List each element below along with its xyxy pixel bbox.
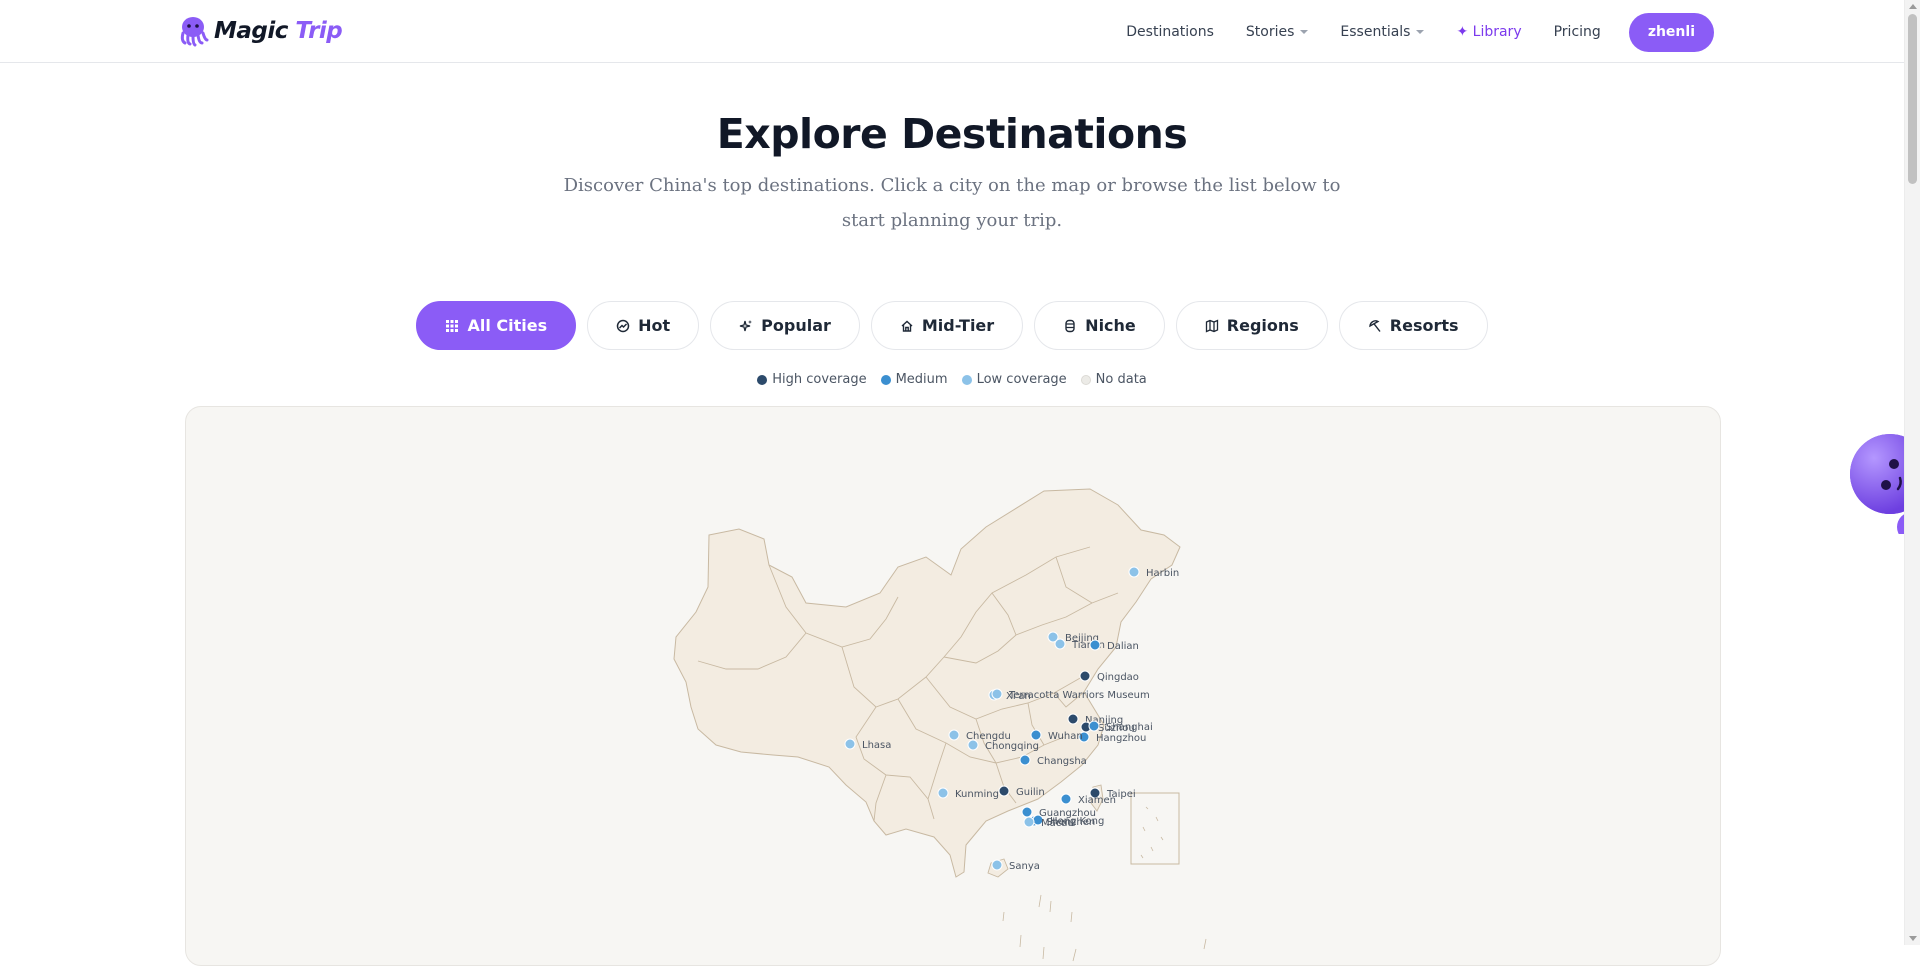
sparkle-icon bbox=[739, 319, 753, 331]
city-label: Hangzhou bbox=[1096, 733, 1146, 744]
gem-icon bbox=[1065, 319, 1075, 332]
city-dot[interactable] bbox=[998, 785, 1010, 797]
brand-name: Magic Trip bbox=[214, 18, 343, 44]
map-icon bbox=[1205, 319, 1218, 332]
scroll-up-arrow[interactable] bbox=[1909, 4, 1917, 9]
city-label: Lhasa bbox=[862, 740, 891, 751]
page-scrollbar[interactable] bbox=[1904, 0, 1920, 945]
umbrella-icon bbox=[1369, 319, 1381, 332]
city-marker-macau[interactable]: Macau bbox=[1023, 816, 1074, 829]
filter-niche[interactable]: Niche bbox=[1034, 301, 1165, 350]
china-map[interactable]: Harbin Beijing Tianjin Dalian Qingdao Xi'an Te… bbox=[185, 406, 1721, 966]
filter-mid-tier[interactable]: Mid-Tier bbox=[870, 301, 1024, 350]
city-label: Guilin bbox=[1016, 787, 1045, 798]
legend-dot-no-data bbox=[1080, 374, 1091, 385]
category-filter-bar: All Cities Hot Popular Mid-Tier Niche Re… bbox=[0, 301, 1904, 350]
city-label: Shanghai bbox=[1106, 722, 1153, 733]
city-dot[interactable] bbox=[1060, 793, 1072, 805]
chevron-down-icon bbox=[1416, 30, 1425, 34]
page-subtitle: Discover China's top destinations. Click… bbox=[563, 175, 1341, 231]
city-dot[interactable] bbox=[844, 738, 856, 750]
city-dot[interactable] bbox=[1030, 729, 1042, 741]
nav-stories[interactable]: Stories bbox=[1230, 24, 1325, 40]
nav-destinations[interactable]: Destinations bbox=[1110, 24, 1230, 40]
city-label: Terracotta Warriors Museum bbox=[1008, 690, 1150, 701]
legend-low: Low coverage bbox=[961, 372, 1067, 387]
city-dot[interactable] bbox=[937, 787, 949, 799]
city-dot[interactable] bbox=[1019, 754, 1031, 766]
city-dot[interactable] bbox=[967, 739, 979, 751]
city-label: Changsha bbox=[1037, 756, 1087, 767]
grid-icon bbox=[446, 319, 459, 332]
legend-dot-medium bbox=[880, 374, 891, 385]
city-label: Dalian bbox=[1107, 641, 1139, 652]
octopus-logo-icon bbox=[180, 17, 209, 47]
filter-hot[interactable]: Hot bbox=[587, 301, 700, 350]
home-icon bbox=[901, 320, 913, 332]
page-title: Explore Destinations bbox=[716, 110, 1188, 158]
city-dot[interactable] bbox=[1089, 639, 1101, 651]
city-label: Xiamen bbox=[1078, 795, 1116, 806]
chevron-down-icon bbox=[1300, 30, 1309, 34]
legend-no-data: No data bbox=[1080, 372, 1147, 387]
legend-medium: Medium bbox=[880, 372, 948, 387]
legend-high: High coverage bbox=[757, 372, 867, 387]
china-map-canvas[interactable]: HarbinBeijingTianjin DalianQingdaoXi'anTe… bbox=[186, 407, 1721, 966]
city-marker-xiamen[interactable]: Xiamen bbox=[1060, 793, 1116, 806]
coverage-legend: High coverage Medium Low coverage No dat… bbox=[0, 372, 1904, 387]
scroll-thumb[interactable] bbox=[1908, 14, 1917, 184]
south-china-sea-inset bbox=[1130, 792, 1180, 865]
user-menu-button[interactable]: zhenli bbox=[1628, 12, 1714, 52]
city-label: Wuhan bbox=[1048, 731, 1083, 742]
city-dot[interactable] bbox=[1079, 670, 1091, 682]
inset-islands bbox=[1002, 806, 1207, 962]
main-nav: Destinations Stories Essentials ✦ Librar… bbox=[1110, 12, 1714, 52]
nav-library[interactable]: ✦ Library bbox=[1440, 24, 1537, 40]
city-dot[interactable] bbox=[1021, 806, 1033, 818]
nav-pricing[interactable]: Pricing bbox=[1538, 24, 1617, 40]
city-dot[interactable] bbox=[991, 688, 1003, 700]
city-dot[interactable] bbox=[1128, 566, 1140, 578]
top-navbar: Magic Trip Destinations Stories Essentia… bbox=[0, 0, 1904, 63]
city-dot[interactable] bbox=[991, 859, 1003, 871]
city-dot[interactable] bbox=[948, 729, 960, 741]
filter-regions[interactable]: Regions bbox=[1175, 301, 1328, 350]
brand-logo[interactable]: Magic Trip bbox=[176, 14, 343, 48]
city-label: Kunming bbox=[955, 789, 999, 800]
filter-popular[interactable]: Popular bbox=[710, 301, 860, 350]
legend-dot-low bbox=[961, 374, 972, 385]
filter-all-cities[interactable]: All Cities bbox=[416, 301, 577, 350]
city-label: Harbin bbox=[1146, 568, 1179, 579]
city-dot[interactable] bbox=[1023, 816, 1035, 828]
city-dot[interactable] bbox=[1054, 638, 1066, 650]
legend-dot-high bbox=[757, 374, 768, 385]
city-dot[interactable] bbox=[1088, 720, 1100, 732]
city-label: Macau bbox=[1041, 818, 1074, 829]
city-marker-terracotta-warriors-museum[interactable]: Terracotta Warriors Museum bbox=[991, 688, 1150, 701]
city-dot[interactable] bbox=[1067, 713, 1079, 725]
trending-icon bbox=[616, 319, 630, 332]
city-label: Sanya bbox=[1009, 861, 1040, 872]
city-label: Chongqing bbox=[985, 741, 1039, 752]
filter-resorts[interactable]: Resorts bbox=[1338, 301, 1488, 350]
city-label: Qingdao bbox=[1097, 672, 1139, 683]
scroll-down-arrow[interactable] bbox=[1909, 936, 1917, 941]
nav-essentials[interactable]: Essentials bbox=[1324, 24, 1440, 40]
